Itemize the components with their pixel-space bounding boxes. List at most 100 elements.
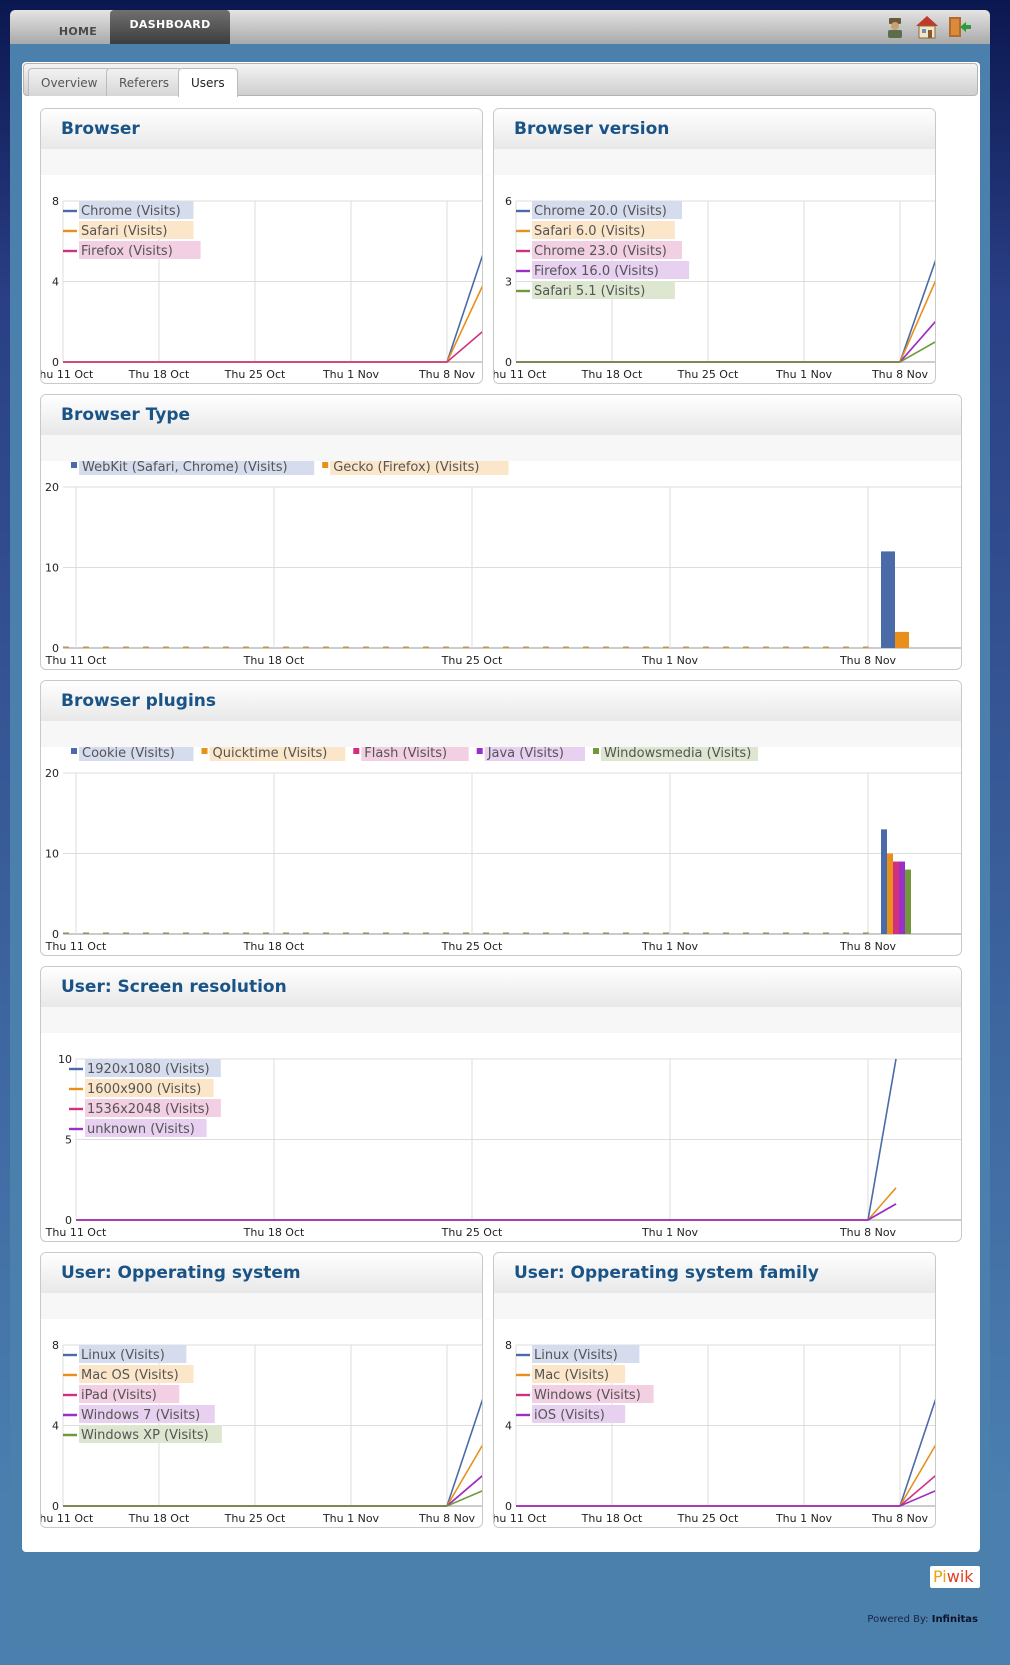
bar (887, 853, 893, 934)
x-tick-label: Thu 11 Oct (41, 368, 94, 381)
legend-label: Gecko (Firefox) (Visits) (333, 461, 479, 475)
legend-item[interactable]: Mac OS (Visits) (63, 1365, 194, 1383)
x-tick-label: Thu 8 Nov (839, 940, 897, 953)
operating-system-chart: 048Thu 11 OctThu 18 OctThu 25 OctThu 1 N… (41, 1339, 482, 1525)
bar (893, 861, 899, 934)
widget-browser-type: Browser Type 0 10 20 Thu 11 Oct Thu 18 Oct Th… (40, 394, 962, 670)
legend-label: unknown (Visits) (87, 1122, 195, 1137)
legend-item[interactable]: Cookie (Visits) (71, 747, 194, 761)
series-line (516, 1474, 935, 1507)
legend-label: Safari (Visits) (81, 224, 167, 239)
legend-item[interactable]: unknown (Visits) (69, 1119, 207, 1137)
series-line (76, 1203, 897, 1221)
powered-by-name: Infinitas (931, 1614, 978, 1625)
legend-swatch (476, 748, 483, 754)
legend-item[interactable]: 1600x900 (Visits) (69, 1079, 214, 1097)
top-navigation-bar: HOME DASHBOARD (10, 10, 990, 44)
legend-item[interactable]: 1536x2048 (Visits) (69, 1099, 221, 1117)
widget-browser-plugins: Browser plugins 0 10 20 Thu 11 Oct Thu 18 Oc… (40, 680, 962, 956)
legend-item[interactable]: 1920x1080 (Visits) (69, 1059, 221, 1077)
legend-label: 1536x2048 (Visits) (87, 1102, 210, 1117)
logout-icon[interactable] (946, 14, 972, 40)
legend-label: Windowsmedia (Visits) (604, 747, 751, 761)
nav-dashboard-tab[interactable]: DASHBOARD (110, 10, 230, 44)
widget-os-family: User: Opperating system family 048Thu 11… (493, 1252, 936, 1528)
x-tick-label: Thu 11 Oct (494, 1512, 547, 1525)
legend-item[interactable]: Linux (Visits) (516, 1345, 640, 1363)
x-tick-label: Thu 8 Nov (418, 368, 476, 381)
legend-item[interactable]: Quicktime (Visits) (201, 747, 346, 761)
widget-title: Browser (41, 109, 482, 149)
x-tick-label: Thu 18 Oct (128, 1512, 190, 1525)
legend-item[interactable]: Linux (Visits) (63, 1345, 187, 1363)
tab-overview[interactable]: Overview (28, 68, 111, 96)
y-tick-label: 20 (45, 481, 59, 494)
x-tick-label: Thu 8 Nov (871, 368, 929, 381)
x-tick-label: Thu 18 Oct (128, 368, 190, 381)
legend-item[interactable]: Windows XP (Visits) (63, 1425, 222, 1443)
legend-item[interactable]: Safari 5.1 (Visits) (516, 281, 675, 299)
legend-item[interactable]: Java (Visits) (476, 747, 585, 761)
legend-label: Firefox (Visits) (81, 244, 173, 259)
legend-label: Flash (Visits) (364, 747, 447, 761)
legend-label: Windows (Visits) (534, 1388, 641, 1403)
series-line (516, 1444, 935, 1507)
user-icon[interactable] (882, 14, 908, 40)
legend-label: Mac OS (Visits) (81, 1368, 179, 1383)
legend-swatch (593, 748, 599, 754)
x-tick-label: Thu 18 Oct (581, 1512, 643, 1525)
legend-label: Chrome 23.0 (Visits) (534, 244, 667, 259)
browser-type-chart: 01020Thu 11 Oct Thu 18 Oct Thu 25 Oct Thu 1… (45, 461, 961, 667)
legend-label: Chrome (Visits) (81, 204, 181, 219)
legend-item[interactable]: Safari (Visits) (63, 221, 194, 239)
legend-item[interactable]: Windowsmedia (Visits) (593, 747, 759, 761)
y-tick-label: 10 (45, 562, 59, 575)
y-tick-label: 8 (52, 1339, 59, 1352)
x-tick-label: Thu 1 Nov (775, 1512, 833, 1525)
x-tick-label: Thu 11 Oct (494, 368, 547, 381)
legend-item[interactable]: Windows 7 (Visits) (63, 1405, 215, 1423)
y-tick-label: 4 (52, 1420, 59, 1433)
legend-item[interactable]: WebKit (Safari, Chrome) (Visits) (71, 461, 315, 475)
legend-item[interactable]: Windows (Visits) (516, 1385, 654, 1403)
x-tick-label: Thu 25 Oct (441, 654, 503, 667)
legend-item[interactable]: Flash (Visits) (353, 747, 469, 761)
legend-swatch (71, 748, 77, 754)
bar (895, 631, 909, 648)
y-tick-label: 8 (52, 195, 59, 208)
x-tick-label: Thu 8 Nov (839, 654, 897, 667)
legend-item[interactable]: Gecko (Firefox) (Visits) (322, 461, 509, 475)
legend-item[interactable]: Firefox (Visits) (63, 241, 201, 259)
x-tick-label: Thu 1 Nov (641, 1226, 699, 1239)
x-tick-label: Thu 8 Nov (418, 1512, 476, 1525)
x-tick-label: Thu 18 Oct (581, 368, 643, 381)
legend-item[interactable]: iOS (Visits) (516, 1405, 626, 1423)
tab-referers[interactable]: Referers (106, 68, 183, 96)
browser-plugins-chart: 01020Thu 11 Oct Thu 18 Oct Thu 25 Oct Thu 1… (45, 747, 961, 953)
legend-swatch (71, 462, 77, 468)
legend-item[interactable]: Safari 6.0 (Visits) (516, 221, 675, 239)
y-tick-label: 4 (52, 276, 59, 289)
legend-item[interactable]: Chrome 20.0 (Visits) (516, 201, 682, 219)
legend-label: WebKit (Safari, Chrome) (Visits) (82, 461, 288, 475)
screen-resolution-chart: 0510Thu 11 Oct Thu 18 Oct Thu 25 Oct Thu 1 … (45, 1053, 961, 1239)
legend-label: iOS (Visits) (534, 1408, 605, 1423)
series-line (516, 320, 935, 363)
legend-label: Windows 7 (Visits) (81, 1408, 200, 1423)
legend-item[interactable]: Mac (Visits) (516, 1365, 626, 1383)
legend-item[interactable]: Firefox 16.0 (Visits) (516, 261, 690, 279)
legend-label: Linux (Visits) (81, 1348, 165, 1363)
os-family-chart: 048Thu 11 OctThu 18 OctThu 25 OctThu 1 N… (494, 1339, 935, 1525)
x-tick-label: Thu 1 Nov (322, 368, 380, 381)
legend-item[interactable]: Chrome (Visits) (63, 201, 194, 219)
piwik-logo[interactable]: Piwik (930, 1566, 980, 1588)
sub-tabs: Overview Referers Users (23, 63, 978, 97)
legend-item[interactable]: iPad (Visits) (63, 1385, 180, 1403)
tab-users[interactable]: Users (178, 68, 238, 97)
legend-label: iPad (Visits) (81, 1388, 157, 1403)
y-tick-label: 6 (505, 195, 512, 208)
legend-label: Chrome 20.0 (Visits) (534, 204, 667, 219)
home-icon[interactable] (914, 14, 940, 40)
legend-label: Safari 6.0 (Visits) (534, 224, 645, 239)
legend-item[interactable]: Chrome 23.0 (Visits) (516, 241, 682, 259)
